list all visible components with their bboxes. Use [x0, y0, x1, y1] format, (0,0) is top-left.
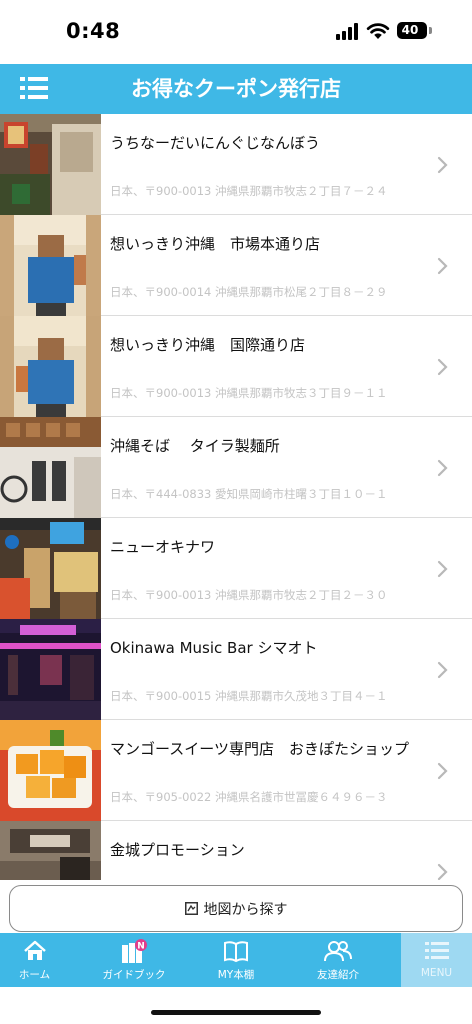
store-row[interactable]: 想いっきり沖縄 国際通り店 日本、〒900-0013 沖縄県那覇市牧志３丁目９－… [0, 316, 472, 417]
map-search-button[interactable]: 地図から探す [9, 885, 463, 932]
tab-guidebook[interactable]: N ガイドブック [98, 933, 170, 987]
tab-label: MENU [420, 967, 453, 979]
store-row[interactable]: 想いっきり沖縄 市場本通り店 日本、〒900-0014 沖縄県那覇市松尾２丁目８… [0, 215, 472, 316]
app-header: お得なクーポン発行店 [0, 64, 472, 114]
app-screen: 0:48 40 お得なクーポン発行店 うちなーだいにんぐじなんぼう 日本、〒90… [0, 0, 472, 1024]
battery-level: 40 [401, 23, 419, 37]
chevron-right-icon [437, 762, 448, 780]
store-name: 想いっきり沖縄 市場本通り店 [110, 235, 321, 253]
list-menu-icon[interactable] [20, 77, 48, 99]
store-row[interactable]: 金城プロモーション [0, 821, 472, 880]
store-thumbnail [0, 619, 101, 720]
friends-icon [324, 941, 352, 962]
store-address: 日本、〒900-0013 沖縄県那覇市牧志２丁目７－２４ [110, 184, 388, 198]
store-address: 日本、〒900-0013 沖縄県那覇市牧志３丁目９－１１ [110, 386, 388, 400]
store-name: マンゴースイーツ専門店 おきぽたショップ [110, 740, 409, 758]
store-list: うちなーだいにんぐじなんぼう 日本、〒900-0013 沖縄県那覇市牧志２丁目７… [0, 114, 472, 880]
cellular-signal-icon [336, 23, 360, 40]
store-address: 日本、〒905-0022 沖縄県名護市世冨慶６４９６－３ [110, 790, 388, 804]
store-name: 金城プロモーション [110, 841, 245, 859]
wifi-icon [366, 23, 390, 39]
store-row[interactable]: Okinawa Music Bar シマオト 日本、〒900-0015 沖縄県那… [0, 619, 472, 720]
chevron-right-icon [437, 560, 448, 578]
chevron-right-icon [437, 863, 448, 880]
tab-label: ホーム [18, 969, 51, 981]
store-thumbnail [0, 215, 101, 316]
tab-bar: ホーム N ガイドブック MY本棚 友達紹介 MENU [0, 933, 472, 987]
tab-menu[interactable]: MENU [401, 933, 472, 987]
store-row[interactable]: ニューオキナワ 日本、〒900-0013 沖縄県那覇市牧志２丁目２－３０ [0, 518, 472, 619]
store-row[interactable]: うちなーだいにんぐじなんぼう 日本、〒900-0013 沖縄県那覇市牧志２丁目７… [0, 114, 472, 215]
tab-home[interactable]: ホーム [0, 933, 69, 987]
store-address: 日本、〒900-0013 沖縄県那覇市牧志２丁目２－３０ [110, 588, 388, 602]
store-name: 想いっきり沖縄 国際通り店 [110, 336, 306, 354]
store-thumbnail [0, 417, 101, 518]
map-icon [184, 902, 198, 915]
store-thumbnail [0, 316, 101, 417]
chevron-right-icon [437, 358, 448, 376]
page-title: お得なクーポン発行店 [131, 77, 341, 101]
home-icon [23, 940, 46, 960]
store-thumbnail [0, 821, 101, 880]
chevron-right-icon [437, 257, 448, 275]
chevron-right-icon [437, 459, 448, 477]
guidebook-badge: N [137, 942, 145, 952]
tab-label: 友達紹介 [317, 969, 359, 981]
store-name: ニューオキナワ [110, 538, 216, 556]
menu-icon [424, 942, 449, 959]
store-address: 日本、〒900-0015 沖縄県那覇市久茂地３丁目４－１ [110, 689, 388, 703]
status-time: 0:48 [66, 19, 121, 43]
book-icon [224, 941, 248, 963]
store-row[interactable]: 沖縄そば タイラ製麺所 日本、〒444-0833 愛知県岡崎市柱曙３丁目１０－１ [0, 417, 472, 518]
store-address: 日本、〒900-0014 沖縄県那覇市松尾２丁目８－２９ [110, 285, 388, 299]
home-indicator[interactable] [151, 1010, 321, 1015]
battery-cap [429, 27, 432, 34]
tab-my-bookshelf[interactable]: MY本棚 [200, 933, 272, 987]
store-row[interactable]: マンゴースイーツ専門店 おきぽたショップ 日本、〒905-0022 沖縄県名護市… [0, 720, 472, 821]
chevron-right-icon [437, 661, 448, 679]
tab-label: ガイドブック [102, 969, 166, 981]
store-thumbnail [0, 518, 101, 619]
guidebook-icon: N [122, 939, 147, 963]
battery-icon: 40 [397, 22, 427, 39]
tab-label: MY本棚 [217, 969, 255, 981]
chevron-right-icon [437, 156, 448, 174]
home-indicator-area [0, 987, 472, 1024]
store-address: 日本、〒444-0833 愛知県岡崎市柱曙３丁目１０－１ [110, 487, 388, 501]
store-name: 沖縄そば タイラ製麺所 [110, 437, 280, 455]
store-name: Okinawa Music Bar シマオト [110, 639, 318, 657]
status-bar: 0:48 40 [0, 0, 472, 64]
map-search-label: 地図から探す [203, 901, 288, 918]
store-thumbnail [0, 114, 101, 215]
store-thumbnail [0, 720, 101, 821]
store-name: うちなーだいにんぐじなんぼう [110, 134, 321, 152]
tab-friend-referral[interactable]: 友達紹介 [302, 933, 374, 987]
